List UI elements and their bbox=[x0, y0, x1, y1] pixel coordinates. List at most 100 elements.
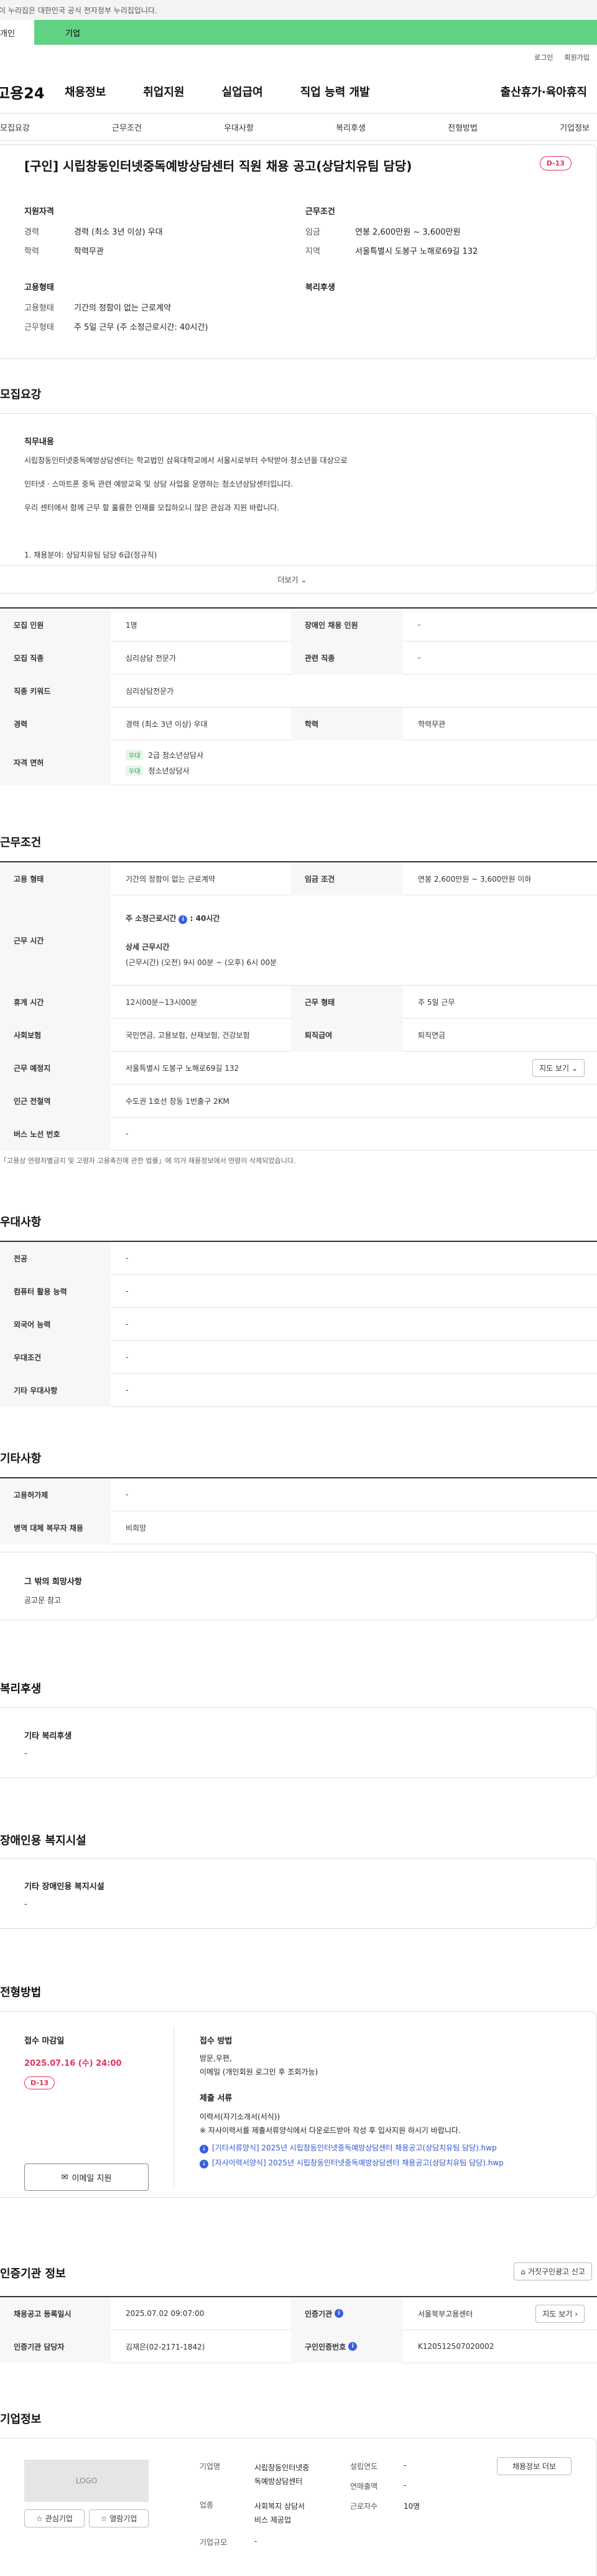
worktype-label: 근무형태 bbox=[24, 323, 54, 332]
cell-value: - bbox=[126, 1490, 129, 1499]
duty-line-2: 인터넷 · 스마트폰 중독 관련 예방교육 및 상담 사업을 운영하는 청소년상… bbox=[24, 480, 294, 488]
info-icon[interactable]: i bbox=[348, 2342, 358, 2351]
docs-line-2: ※ 자사이력서를 제출서류양식에서 다운로드받아 작성 후 입사지원 하시기 바… bbox=[200, 2126, 461, 2135]
cell-value: 경력 (최소 3년 이상) 우대 bbox=[126, 719, 208, 729]
gnb-item-employment-support[interactable]: 취업지원 bbox=[143, 83, 184, 100]
facility-value: - bbox=[24, 1900, 27, 1908]
gov-banner-text: 이 누리집은 대한민국 공식 전자정부 누리집입니다. bbox=[0, 6, 157, 15]
cell-value: 2025.07.02 09:07:00 bbox=[126, 2309, 205, 2318]
cell-label: 컴퓨터 활용 능력 bbox=[0, 1274, 111, 1308]
cell-value: 퇴직연금 bbox=[418, 1030, 446, 1040]
download-icon: ↓ bbox=[200, 2145, 208, 2154]
cell-label: 모집 인원 bbox=[0, 608, 111, 642]
recruit-table: 모집 인원 1명 장애인 채용 인원 - 모집 직종 심리상담 전문가 관련 직… bbox=[0, 607, 597, 785]
gov-banner: 이 누리집은 대한민국 공식 전자정부 누리집입니다. bbox=[0, 0, 597, 20]
cell-value: - bbox=[126, 1386, 129, 1394]
cell-value: 주 5일 근무 bbox=[418, 997, 455, 1007]
table-row: 모집 직종 심리상담 전문가 관련 직종 - bbox=[0, 641, 597, 674]
cell-label: 병역 대체 복무자 채용 bbox=[0, 1511, 111, 1544]
cell-value: 기간의 정함이 없는 근로계약 bbox=[126, 874, 215, 884]
license-item: 우대 2급 청소년상담사 bbox=[126, 749, 203, 760]
cell-label: 관련 직종 bbox=[291, 641, 403, 674]
emptype-label: 고용형태 bbox=[24, 304, 54, 313]
more-jobs-button[interactable]: 채용정보 더보 bbox=[497, 2457, 572, 2475]
cell-label: 고용 형태 bbox=[0, 862, 111, 895]
gnb-item-unemployment[interactable]: 실업급여 bbox=[222, 83, 263, 100]
home-icon: ⌂ bbox=[521, 2267, 526, 2276]
place-value: 서울특별시 도봉구 노해로69길 132 bbox=[126, 1063, 239, 1073]
hours-main-value: 40시간 bbox=[195, 914, 220, 923]
method-line-1: 방문,우편, bbox=[200, 2054, 232, 2063]
more-button[interactable]: 더보기 ⌄ bbox=[0, 565, 596, 594]
pref-table: 전공 - 컴퓨터 활용 능력 - 외국어 능력 - 우대조건 - 기타 우대사항 - bbox=[0, 1241, 597, 1407]
sales-value: - bbox=[404, 2481, 407, 2490]
hours-main: 주 소정근로시간 i : 40시간 bbox=[126, 914, 220, 924]
table-row: 기타 우대사항 - bbox=[0, 1373, 597, 1407]
login-link[interactable]: 로그인 bbox=[534, 52, 553, 70]
cell-value: - bbox=[126, 1320, 129, 1328]
section-nav-pref[interactable]: 우대사항 bbox=[224, 121, 254, 133]
emp-value: 10명 bbox=[404, 2502, 420, 2511]
cell-label: 버스 노선 번호 bbox=[0, 1117, 111, 1150]
table-row: 경력 경력 (최소 3년 이상) 우대 학력 학력무관 bbox=[0, 707, 597, 740]
section-nav-process[interactable]: 전형방법 bbox=[448, 121, 478, 133]
table-row: 채용공고 등록일시 2025.07.02 09:07:00 인증기관 i 서울북부… bbox=[0, 2297, 597, 2330]
qualification-block: 지원자격 경력 경력 (최소 3년 이상) 우대 학력 학력무관 bbox=[24, 205, 163, 264]
cell-value: 국민연금, 고용보험, 산재보험, 건강보험 bbox=[126, 1030, 250, 1040]
gnb-item-leave[interactable]: 출산휴가·육아휴직 bbox=[501, 83, 597, 100]
section-nav-company[interactable]: 기업정보 bbox=[560, 121, 590, 133]
file-link[interactable]: ↓ [자사이력서양식] 2025년 시립창동인터넷중독예방상담센터 채용공고(상담… bbox=[200, 2157, 504, 2168]
duty-head: 직무내용 bbox=[24, 437, 54, 447]
cell-label: 퇴직급여 bbox=[291, 1018, 403, 1052]
cell-label: 직종 키워드 bbox=[0, 674, 111, 707]
section-nav-recruit[interactable]: 모집요강 bbox=[0, 121, 30, 133]
info-icon[interactable]: i bbox=[178, 915, 188, 924]
file-link-label: [기타서류양식] 2025년 시립창동인터넷중독예방상담센터 채용공고(상담치유… bbox=[212, 2144, 497, 2152]
company-box: LOGO ☆ 관심기업 ☆ 열람기업 기업명 시립창동인터넷중 독예방상담센터 … bbox=[0, 2438, 597, 2576]
gnb-item-training[interactable]: 직업 능력 개발 bbox=[300, 83, 370, 100]
name-line-1: 시립창동인터넷중 bbox=[254, 2463, 310, 2472]
name-label: 기업명 bbox=[200, 2462, 221, 2471]
table-row: 인근 전철역 수도권 1호선 창동 1번출구 2KM bbox=[0, 1084, 597, 1118]
cell-label: 인증기관 i bbox=[291, 2297, 403, 2330]
cell-label: 외국어 능력 bbox=[0, 1307, 111, 1341]
agency-value: 서울북부고용센터 bbox=[418, 2309, 473, 2318]
cell-label: 근무 형태 bbox=[291, 985, 403, 1019]
cell-label: 임금 조건 bbox=[291, 862, 403, 895]
facility-title: 장애인용 복지시설 bbox=[0, 1834, 86, 1847]
cell-value: 12시00분~13시00분 bbox=[126, 997, 198, 1007]
cell-value: - bbox=[126, 1287, 129, 1295]
join-link[interactable]: 회원가입 bbox=[565, 52, 590, 70]
pref-tag: 우대 bbox=[126, 749, 144, 760]
welfare-title: 복리후생 bbox=[0, 1682, 42, 1696]
conditions-block: 근무조건 임금 연봉 2,600만원 ~ 3,600만원 지역 서울특별시 도봉구 … bbox=[305, 205, 478, 264]
duty-line-4: 1. 채용분야: 상담치유팀 담당 6급(정규직) bbox=[24, 551, 157, 559]
fav-company-button[interactable]: ☆ 관심기업 bbox=[24, 2509, 85, 2527]
report-button[interactable]: ⌂ 거짓구인광고 신고 bbox=[514, 2262, 592, 2280]
table-row: 고용 형태 기간의 정함이 없는 근로계약 임금 조건 연봉 2,600만원 ~… bbox=[0, 862, 597, 895]
found-label: 설립연도 bbox=[350, 2462, 378, 2471]
welfare-value: - bbox=[24, 1749, 27, 1758]
table-row: 근무 시간 주 소정근로시간 i : 40시간 상세 근무시간 (근무시간) (오… bbox=[0, 895, 597, 986]
cell-label: 인근 전철역 bbox=[0, 1084, 111, 1118]
gnb-item-jobs[interactable]: 채용정보 bbox=[65, 83, 106, 100]
tab-individual[interactable]: 개인 bbox=[0, 20, 34, 45]
info-icon[interactable]: i bbox=[335, 2309, 344, 2318]
size-value: - bbox=[254, 2537, 257, 2546]
hours-detail-head: 상세 근무시간 bbox=[126, 943, 170, 951]
recent-company-button[interactable]: ☆ 열람기업 bbox=[89, 2509, 149, 2527]
email-apply-button[interactable]: ✉ 이메일 지원 bbox=[24, 2163, 149, 2191]
map-button[interactable]: 지도 보기 ⌄ bbox=[532, 1058, 585, 1077]
tab-business-label: 기업 bbox=[65, 29, 80, 39]
license-list: 우대 2급 청소년상담사 우대 청소년상담사 bbox=[111, 749, 597, 776]
employment-block: 고용형태 고용형태 기간의 정함이 없는 근로계약 근무형태 주 5일 근무 (주 … bbox=[24, 281, 208, 340]
cell-value: 김재은(02-2171-1842) bbox=[126, 2342, 205, 2351]
cell-value: 수도권 1호선 창동 1번출구 2KM bbox=[126, 1096, 229, 1106]
facility-sub-head: 기타 장애인용 복지시설 bbox=[24, 1882, 104, 1892]
section-nav-welfare[interactable]: 복리후생 bbox=[336, 121, 366, 133]
section-nav-work[interactable]: 근무조건 bbox=[112, 121, 142, 133]
site-logo[interactable]: 고용24 bbox=[0, 81, 65, 103]
tab-business[interactable]: 기업 bbox=[34, 20, 597, 45]
agency-map-button[interactable]: 지도 보기 › bbox=[535, 2304, 585, 2323]
file-link[interactable]: ↓ [기타서류양식] 2025년 시립창동인터넷중독예방상담센터 채용공고(상담치… bbox=[200, 2142, 497, 2154]
